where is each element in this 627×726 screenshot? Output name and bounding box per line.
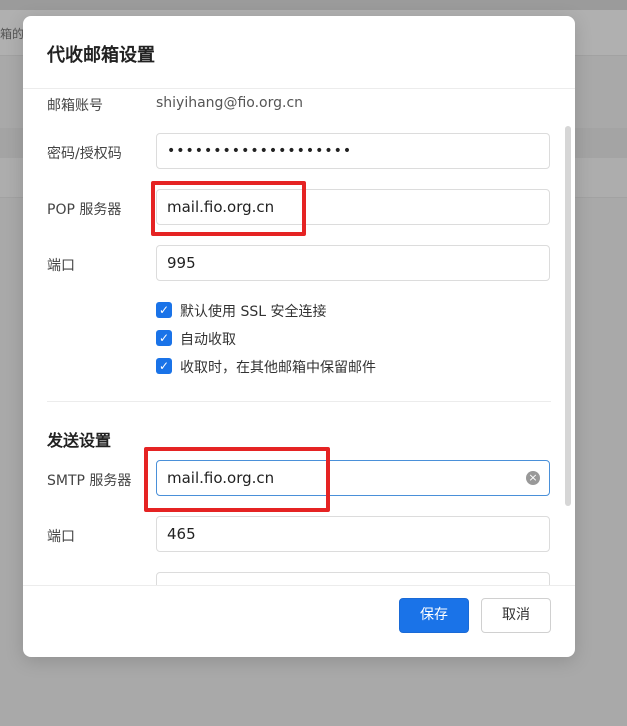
- check-icon[interactable]: ✓: [156, 358, 172, 374]
- pop-server-label: POP 服务器: [47, 202, 122, 218]
- pop-server-field[interactable]: mail.fio.org.cn: [156, 189, 550, 225]
- next-field-partial[interactable]: [156, 572, 550, 585]
- smtp-server-value: mail.fio.org.cn: [167, 469, 275, 487]
- account-value: shiyihang@fio.org.cn: [156, 95, 304, 111]
- send-settings-title: 发送设置: [47, 431, 112, 450]
- scrollbar-thumb[interactable]: [565, 126, 571, 506]
- pop-port-label: 端口: [47, 258, 75, 274]
- smtp-port-label: 端口: [47, 529, 75, 545]
- smtp-port-field[interactable]: 465: [156, 516, 550, 552]
- clear-icon[interactable]: ×: [526, 471, 540, 485]
- ssl-option-label: 默认使用 SSL 安全连接: [180, 304, 327, 320]
- mail-collect-settings-dialog: 代收邮箱设置 邮箱账号 shiyihang@fio.org.cn 密码/授权码 …: [23, 16, 575, 657]
- check-icon[interactable]: ✓: [156, 330, 172, 346]
- password-label: 密码/授权码: [47, 146, 122, 162]
- smtp-server-field[interactable]: mail.fio.org.cn ×: [156, 460, 550, 496]
- dialog-body[interactable]: 邮箱账号 shiyihang@fio.org.cn 密码/授权码 •••••••…: [23, 89, 575, 585]
- section-divider: [47, 401, 551, 402]
- pop-port-field[interactable]: 995: [156, 245, 550, 281]
- account-label: 邮箱账号: [47, 98, 103, 114]
- password-field[interactable]: ••••••••••••••••••••: [156, 133, 550, 169]
- auto-collect-option-label: 自动收取: [180, 332, 236, 348]
- check-icon[interactable]: ✓: [156, 302, 172, 318]
- dialog-title: 代收邮箱设置: [47, 45, 155, 66]
- cancel-button[interactable]: 取消: [481, 598, 551, 633]
- background-topbar: [0, 0, 627, 10]
- footer-divider: [23, 585, 575, 586]
- save-button[interactable]: 保存: [399, 598, 469, 633]
- keep-mail-option-label: 收取时，在其他邮箱中保留邮件: [180, 360, 376, 376]
- smtp-server-label: SMTP 服务器: [47, 473, 132, 489]
